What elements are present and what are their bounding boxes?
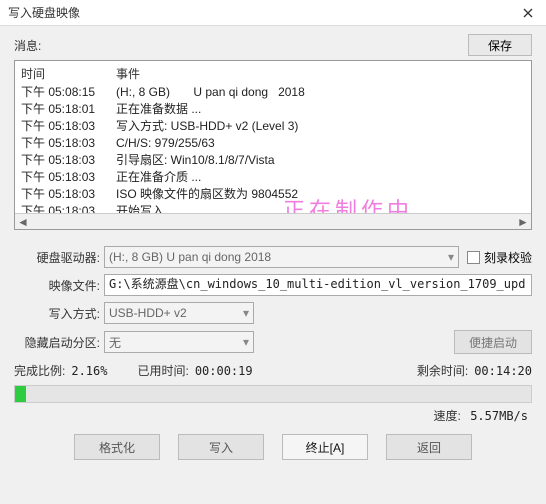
drive-row: 硬盘驱动器: (H:, 8 GB) U pan qi dong 2018 ▾ 刻… <box>14 246 532 268</box>
abort-button[interactable]: 终止[A] <box>282 434 368 460</box>
image-path-input[interactable]: G:\系统源盘\cn_windows_10_multi-edition_vl_v… <box>104 274 532 296</box>
log-row: 下午 05:18:01正在准备数据 ... <box>21 101 525 118</box>
image-label: 映像文件: <box>14 277 104 294</box>
progress-fill <box>15 386 26 402</box>
speed-value: 5.57MB/s <box>470 409 528 423</box>
h-scrollbar[interactable]: ◄ ► <box>15 213 531 229</box>
progress-bar <box>14 385 532 403</box>
chevron-down-icon: ▾ <box>243 306 249 320</box>
elapsed-label: 已用时间: <box>137 362 188 379</box>
log-rows: 下午 05:08:15(H:, 8 GB) U pan qi dong 2018… <box>15 84 531 220</box>
verify-label: 刻录校验 <box>484 249 532 266</box>
verify-checkbox-wrap[interactable]: 刻录校验 <box>467 249 532 266</box>
scroll-track[interactable] <box>31 215 515 229</box>
hidden-part-select[interactable]: 无 ▾ <box>104 331 254 353</box>
checkbox-icon[interactable] <box>467 251 480 264</box>
window-title: 写入硬盘映像 <box>8 4 510 21</box>
elapsed-value: 00:00:19 <box>195 364 253 378</box>
stats-row: 完成比例: 2.16% 已用时间: 00:00:19 剩余时间: 00:14:2… <box>14 362 532 379</box>
write-button[interactable]: 写入 <box>178 434 264 460</box>
log-header: 时间 事件 <box>15 61 531 84</box>
button-row: 格式化 写入 终止[A] 返回 <box>14 434 532 460</box>
chevron-down-icon: ▾ <box>448 250 454 264</box>
save-button[interactable]: 保存 <box>468 34 532 56</box>
format-button[interactable]: 格式化 <box>74 434 160 460</box>
speed-label: 速度: <box>434 409 461 423</box>
title-bar: 写入硬盘映像 <box>0 0 546 26</box>
write-mode-label: 写入方式: <box>14 305 104 322</box>
remain-label: 剩余时间: <box>417 362 468 379</box>
col-event: 事件 <box>116 65 525 82</box>
drive-select[interactable]: (H:, 8 GB) U pan qi dong 2018 ▾ <box>104 246 459 268</box>
chevron-down-icon: ▾ <box>243 335 249 349</box>
write-mode-select[interactable]: USB-HDD+ v2 ▾ <box>104 302 254 324</box>
write-mode-row: 写入方式: USB-HDD+ v2 ▾ <box>14 302 532 324</box>
log-row: 下午 05:18:03C/H/S: 979/255/63 <box>21 135 525 152</box>
log-row: 下午 05:18:03引导扇区: Win10/8.1/8/7/Vista <box>21 152 525 169</box>
message-row: 消息: 保存 <box>14 34 532 56</box>
log-row: 下午 05:18:03写入方式: USB-HDD+ v2 (Level 3) <box>21 118 525 135</box>
close-icon[interactable] <box>510 0 546 26</box>
hidden-part-label: 隐藏启动分区: <box>14 334 104 351</box>
log-row: 下午 05:08:15(H:, 8 GB) U pan qi dong 2018 <box>21 84 525 101</box>
col-time: 时间 <box>21 65 116 82</box>
message-label: 消息: <box>14 37 468 54</box>
log-box: 时间 事件 下午 05:08:15(H:, 8 GB) U pan qi don… <box>14 60 532 230</box>
scroll-right-icon[interactable]: ► <box>515 215 531 229</box>
remain-value: 00:14:20 <box>474 364 532 378</box>
back-button[interactable]: 返回 <box>386 434 472 460</box>
percent-label: 完成比例: <box>14 362 65 379</box>
drive-label: 硬盘驱动器: <box>14 249 104 266</box>
percent-value: 2.16% <box>71 364 107 378</box>
hidden-part-row: 隐藏启动分区: 无 ▾ 便捷启动 <box>14 330 532 354</box>
scroll-left-icon[interactable]: ◄ <box>15 215 31 229</box>
log-row: 下午 05:18:03正在准备介质 ... <box>21 169 525 186</box>
image-row: 映像文件: G:\系统源盘\cn_windows_10_multi-editio… <box>14 274 532 296</box>
speed-row: 速度: 5.57MB/s <box>14 407 532 424</box>
easy-boot-button[interactable]: 便捷启动 <box>454 330 532 354</box>
body: 消息: 保存 时间 事件 下午 05:08:15(H:, 8 GB) U pan… <box>0 26 546 470</box>
